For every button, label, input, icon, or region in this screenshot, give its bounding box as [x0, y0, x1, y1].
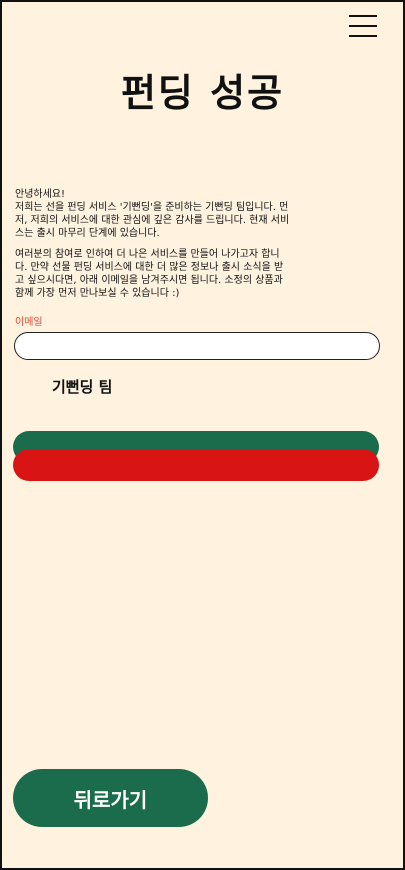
email-label: 이메일: [15, 317, 43, 328]
intro-greeting: 안녕하세요!: [15, 189, 66, 200]
intro-paragraph-2: 여러분의 참여로 인하여 더 나은 서비스를 만들어 나가고자 합니다. 만약 …: [15, 249, 284, 299]
menu-line: [349, 15, 377, 17]
intro-text: 안녕하세요! 저희는 선을 펀딩 서비스 '기뻔딩'을 준비하는 기뻔딩 팀입니…: [15, 188, 291, 300]
menu-line: [349, 35, 377, 37]
red-action-button[interactable]: [13, 449, 379, 481]
menu-line: [349, 25, 377, 27]
hamburger-menu-icon[interactable]: [349, 14, 377, 38]
back-button[interactable]: 뒤로가기: [13, 769, 208, 827]
page-title: 펀딩 성공: [120, 71, 285, 115]
team-signature: 기뻔딩 팀: [52, 378, 113, 396]
app-frame: 펀딩 성공 안녕하세요! 저희는 선을 펀딩 서비스 '기뻔딩'을 준비하는 기…: [0, 0, 405, 870]
intro-paragraph-1: 저희는 선을 펀딩 서비스 '기뻔딩'을 준비하는 기뻔딩 팀입니다. 먼저, …: [15, 202, 290, 239]
email-input[interactable]: [14, 332, 380, 360]
